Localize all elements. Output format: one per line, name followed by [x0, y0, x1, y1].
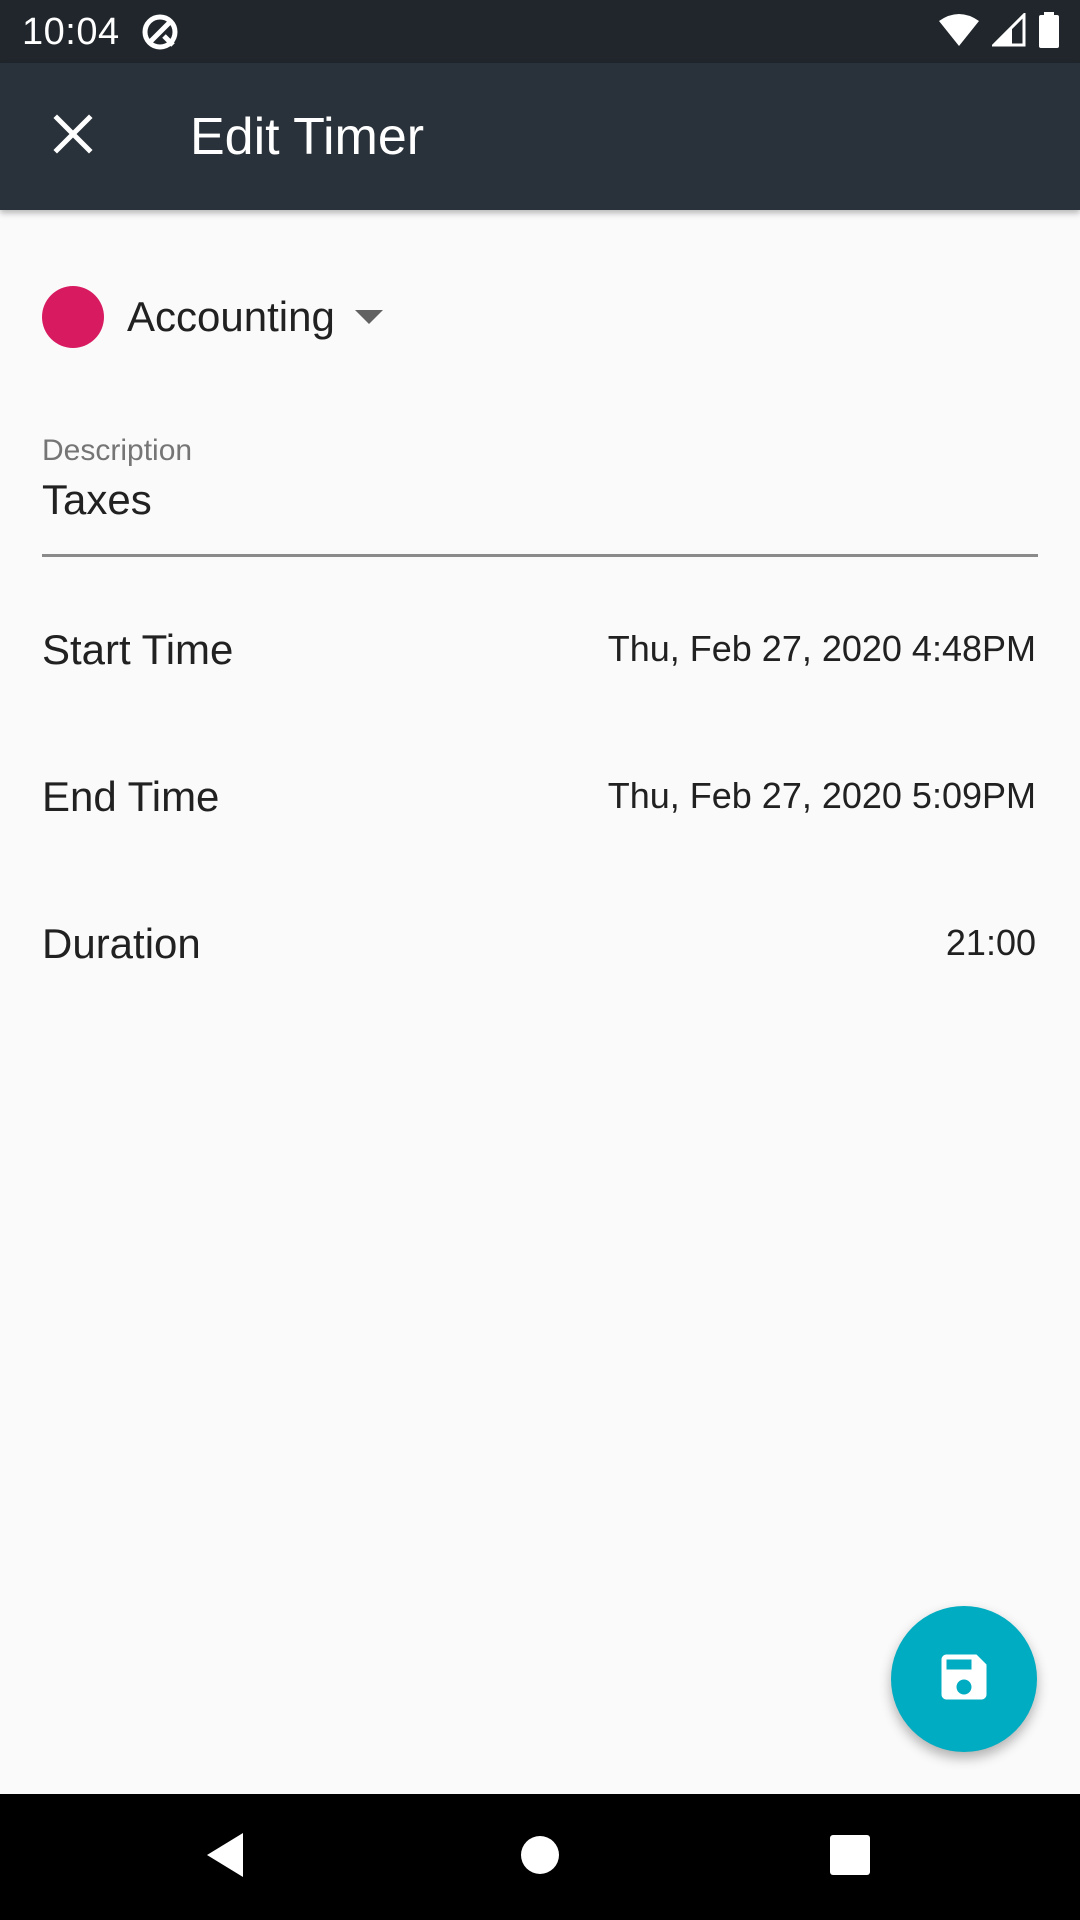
wifi-icon: [938, 13, 980, 52]
description-field[interactable]: Description Taxes: [42, 430, 1038, 557]
category-label: Accounting: [127, 293, 335, 340]
start-time-label: Start Time: [42, 626, 234, 673]
recents-button[interactable]: [815, 1822, 885, 1892]
battery-icon: [1038, 11, 1060, 53]
close-icon: [51, 112, 95, 161]
close-button[interactable]: [33, 96, 113, 176]
page-title: Edit Timer: [190, 108, 425, 166]
duration-label: Duration: [42, 920, 201, 967]
back-button[interactable]: [190, 1822, 260, 1892]
screen: 10:04 Edit Timer Accounting Description …: [0, 0, 1080, 1920]
description-label: Description: [42, 434, 193, 467]
cellular-signal-icon: [990, 10, 1026, 52]
end-time-row[interactable]: End Time Thu, Feb 27, 2020 5:09PM: [42, 763, 1036, 833]
app-bar: Edit Timer: [0, 63, 1080, 210]
status-time: 10:04: [22, 11, 120, 53]
start-time-value[interactable]: Thu, Feb 27, 2020 4:48PM: [608, 628, 1036, 670]
end-time-label: End Time: [42, 773, 220, 820]
navigation-bar: [0, 1794, 1080, 1920]
end-time-value[interactable]: Thu, Feb 27, 2020 5:09PM: [608, 775, 1036, 817]
home-icon: [520, 1835, 560, 1880]
dropdown-caret-icon: [354, 310, 383, 324]
recents-icon: [830, 1834, 870, 1880]
category-selector[interactable]: Accounting: [42, 286, 383, 348]
duration-value[interactable]: 21:00: [946, 922, 1036, 964]
home-button[interactable]: [505, 1822, 575, 1892]
save-button[interactable]: [891, 1606, 1037, 1752]
app-notification-icon: [140, 12, 180, 52]
status-icons: [938, 10, 1060, 53]
start-time-row[interactable]: Start Time Thu, Feb 27, 2020 4:48PM: [42, 616, 1036, 686]
duration-row[interactable]: Duration 21:00: [42, 910, 1036, 980]
category-color-dot: [42, 286, 104, 348]
description-input[interactable]: Taxes: [42, 476, 152, 524]
back-icon: [203, 1831, 247, 1884]
save-icon: [934, 1647, 994, 1712]
status-bar: 10:04: [0, 0, 1080, 63]
